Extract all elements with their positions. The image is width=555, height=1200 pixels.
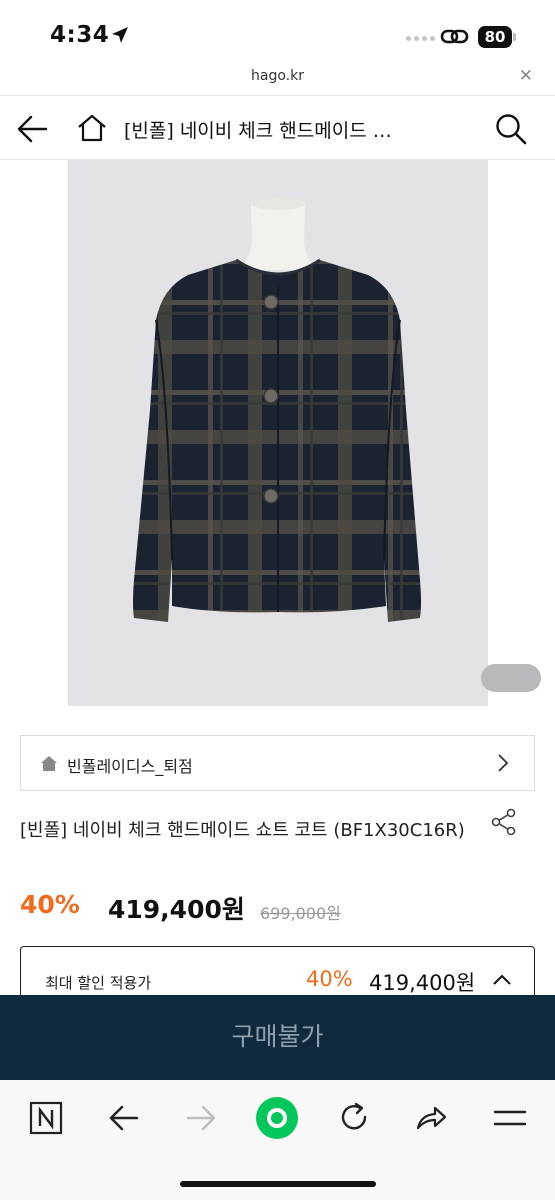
- coat-illustration: [133, 198, 421, 622]
- url-bar[interactable]: hago.kr ✕: [0, 62, 555, 96]
- battery-cap: [513, 33, 516, 41]
- chevron-up-icon[interactable]: [491, 973, 513, 987]
- menu-icon[interactable]: [490, 1098, 530, 1138]
- battery-indicator: 80: [478, 26, 512, 48]
- product-title: [빈폴] 네이비 체크 핸드메이드 쇼트 코트 (BF1X30C16R): [20, 820, 465, 841]
- page-header: [빈폴] 네이비 체크 핸드메이드 …: [0, 96, 555, 160]
- original-price: 699,000원: [260, 904, 341, 923]
- status-bar: 4:34 80: [0, 0, 555, 62]
- max-discount-price: 419,400원: [369, 971, 476, 995]
- price-row: 40% 419,400원 699,000원: [20, 890, 540, 926]
- search-icon[interactable]: [494, 112, 528, 146]
- close-icon[interactable]: ✕: [519, 66, 533, 86]
- link-icon: [440, 29, 469, 44]
- discount-rate: 40%: [20, 890, 80, 919]
- buy-button-label: 구매불가: [231, 1022, 324, 1051]
- home-indicator: [180, 1181, 376, 1187]
- store-name: 빈폴레이디스_퇴점: [67, 757, 193, 776]
- max-discount-rate: 40%: [306, 967, 353, 991]
- page-title: [빈폴] 네이비 체크 핸드메이드 …: [124, 120, 392, 142]
- image-pager-indicator: [481, 664, 541, 692]
- buy-button[interactable]: 구매불가: [0, 995, 555, 1080]
- max-discount-label: 최대 할인 적용가: [45, 974, 152, 992]
- share-icon[interactable]: [490, 808, 518, 836]
- store-link[interactable]: 빈폴레이디스_퇴점: [20, 735, 535, 791]
- back-icon[interactable]: [104, 1098, 144, 1138]
- naver-n-icon[interactable]: [26, 1098, 66, 1138]
- green-dot-icon[interactable]: [255, 1096, 299, 1140]
- signal-dots: [406, 36, 435, 41]
- forward-icon[interactable]: [181, 1098, 221, 1138]
- chevron-right-icon: [498, 754, 509, 772]
- product-image[interactable]: [68, 160, 488, 706]
- refresh-icon[interactable]: [334, 1098, 374, 1138]
- store-home-icon: [41, 756, 57, 771]
- back-arrow-icon[interactable]: [16, 114, 50, 144]
- share-icon[interactable]: [411, 1098, 451, 1138]
- url-text[interactable]: hago.kr: [0, 68, 555, 84]
- sale-price: 419,400원: [108, 895, 245, 924]
- location-arrow-icon: [112, 27, 128, 43]
- home-icon[interactable]: [76, 112, 108, 144]
- status-time: 4:34: [50, 22, 110, 48]
